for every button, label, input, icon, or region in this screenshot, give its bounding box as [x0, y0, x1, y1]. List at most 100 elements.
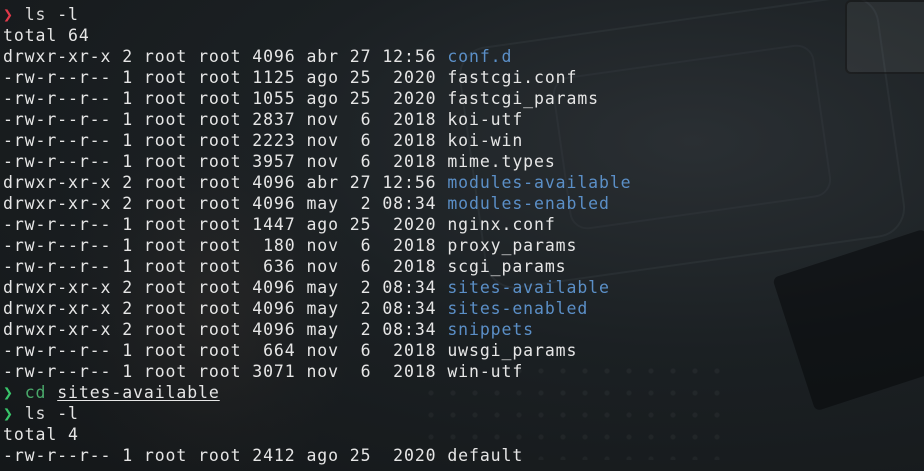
permissions: -rw-r--r-- [3, 362, 112, 381]
group: root [198, 341, 242, 360]
listing-row: -rw-r--r-- 1 root root 1125 ago 25 2020 … [3, 67, 632, 88]
listing-row: drwxr-xr-x 2 root root 4096 may 2 08:34 … [3, 193, 632, 214]
owner: root [143, 47, 188, 66]
time-or-year: 12:56 [382, 47, 437, 66]
permissions: -rw-r--r-- [3, 110, 112, 129]
listing-row: -rw-r--r-- 1 root root 3071 nov 6 2018 w… [3, 361, 632, 382]
file-size: 4096 [252, 173, 296, 192]
permissions: drwxr-xr-x [3, 173, 112, 192]
time-or-year: 2018 [382, 110, 437, 129]
file-name: fastcgi.conf [447, 68, 578, 87]
listing-total: total 4 [3, 424, 632, 445]
directory-name: conf.d [447, 47, 513, 66]
total-text: total 4 [3, 425, 79, 444]
command-args: -l [57, 5, 79, 24]
month: nov [306, 257, 339, 276]
time-or-year: 2020 [382, 68, 437, 87]
listing-row: -rw-r--r-- 1 root root 1055 ago 25 2020 … [3, 88, 632, 109]
month: ago [306, 446, 339, 465]
permissions: -rw-r--r-- [3, 152, 112, 171]
owner: root [143, 236, 188, 255]
day: 27 [349, 173, 372, 192]
total-text: total 64 [3, 26, 90, 45]
command-args: sites-available [57, 383, 220, 402]
month: may [306, 278, 339, 297]
time-or-year: 08:34 [382, 299, 437, 318]
link-count: 2 [122, 299, 134, 318]
day: 6 [349, 236, 372, 255]
file-name: scgi_params [447, 257, 567, 276]
file-name: win-utf [447, 362, 524, 381]
listing-row: drwxr-xr-x 2 root root 4096 may 2 08:34 … [3, 298, 632, 319]
prompt-chevron-icon: ❯ [3, 5, 14, 24]
prompt-chevron-icon: ❯ [3, 404, 14, 423]
time-or-year: 2018 [382, 236, 437, 255]
listing-row: -rw-r--r-- 1 root root 180 nov 6 2018 pr… [3, 235, 632, 256]
month: nov [306, 341, 339, 360]
month: abr [306, 47, 339, 66]
directory-name: sites-enabled [447, 299, 589, 318]
directory-name: modules-available [447, 173, 632, 192]
owner: root [143, 278, 188, 297]
listing-row: -rw-r--r-- 1 root root 2223 nov 6 2018 k… [3, 130, 632, 151]
file-size: 1125 [252, 68, 296, 87]
file-size: 1447 [252, 215, 296, 234]
command-name: ls [24, 5, 47, 24]
group: root [198, 446, 242, 465]
owner: root [143, 194, 188, 213]
month: may [306, 194, 339, 213]
owner: root [143, 362, 188, 381]
wallpaper-light-block [845, 0, 924, 74]
terminal-output[interactable]: ❯ ls -l total 64 drwxr-xr-x 2 root root 40… [3, 4, 632, 466]
permissions: -rw-r--r-- [3, 89, 112, 108]
group: root [198, 362, 242, 381]
owner: root [143, 299, 188, 318]
prompt-line: ❯ ls -l [3, 403, 632, 424]
month: ago [306, 89, 339, 108]
listing-row: -rw-r--r-- 1 root root 2412 ago 25 2020 … [3, 445, 632, 466]
time-or-year: 08:34 [382, 278, 437, 297]
permissions: drwxr-xr-x [3, 278, 112, 297]
owner: root [143, 89, 188, 108]
group: root [198, 257, 242, 276]
link-count: 1 [122, 215, 134, 234]
terminal-window[interactable]: ❯ ls -l total 64 drwxr-xr-x 2 root root 40… [0, 0, 924, 471]
owner: root [143, 152, 188, 171]
listing-row: drwxr-xr-x 2 root root 4096 abr 27 12:56… [3, 46, 632, 67]
month: ago [306, 215, 339, 234]
link-count: 1 [122, 89, 134, 108]
file-size: 2223 [252, 131, 296, 150]
file-name: nginx.conf [447, 215, 556, 234]
file-size: 4096 [252, 47, 296, 66]
group: root [198, 131, 242, 150]
file-name: default [447, 446, 524, 465]
file-size: 3071 [252, 362, 296, 381]
prompt-chevron-icon: ❯ [3, 383, 14, 402]
file-size: 4096 [252, 320, 296, 339]
day: 27 [349, 47, 372, 66]
link-count: 1 [122, 446, 134, 465]
listing-row: -rw-r--r-- 1 root root 3957 nov 6 2018 m… [3, 151, 632, 172]
link-count: 2 [122, 47, 134, 66]
day: 2 [349, 278, 372, 297]
listing-row: drwxr-xr-x 2 root root 4096 abr 27 12:56… [3, 172, 632, 193]
link-count: 1 [122, 257, 134, 276]
file-size: 636 [252, 257, 296, 276]
group: root [198, 173, 242, 192]
file-size: 664 [252, 341, 296, 360]
directory-name: sites-available [447, 278, 610, 297]
listing-row: -rw-r--r-- 1 root root 2837 nov 6 2018 k… [3, 109, 632, 130]
month: may [306, 299, 339, 318]
time-or-year: 2018 [382, 362, 437, 381]
group: root [198, 152, 242, 171]
file-size: 180 [252, 236, 296, 255]
link-count: 1 [122, 236, 134, 255]
time-or-year: 2018 [382, 257, 437, 276]
time-or-year: 08:34 [382, 194, 437, 213]
day: 6 [349, 341, 372, 360]
group: root [198, 194, 242, 213]
file-size: 2837 [252, 110, 296, 129]
month: nov [306, 152, 339, 171]
link-count: 1 [122, 110, 134, 129]
owner: root [143, 131, 188, 150]
